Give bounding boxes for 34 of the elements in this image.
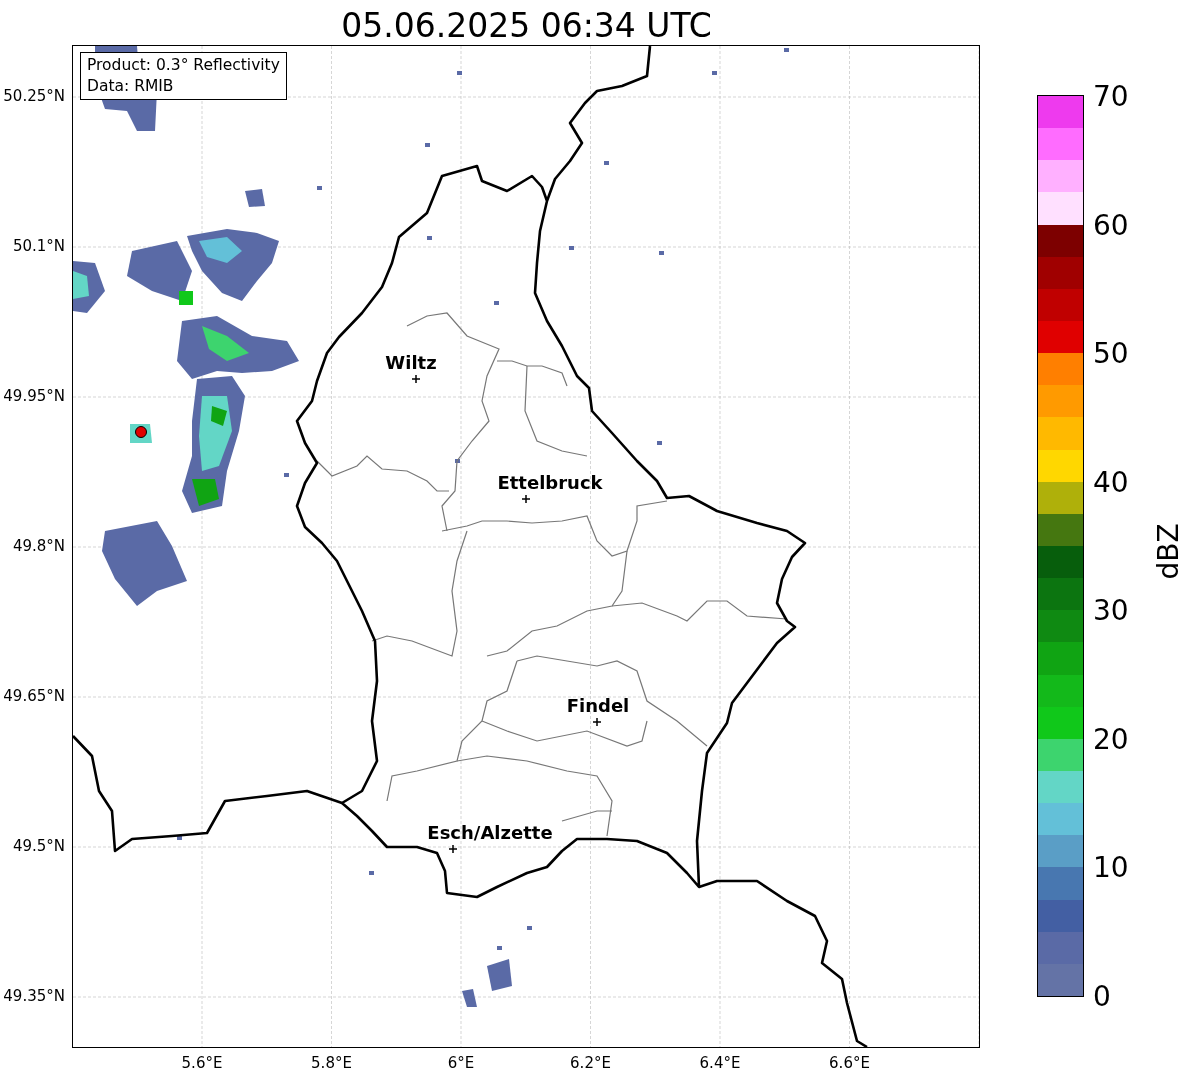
longitude-label: 6.4°E xyxy=(699,1054,741,1072)
latitude-label: 50.1°N xyxy=(12,237,65,255)
chart-title: 05.06.2025 06:34 UTC xyxy=(340,5,713,45)
info-text: Data: RMIB xyxy=(87,76,175,97)
colorbar-tick-label: 10 xyxy=(1093,850,1129,884)
city-marker xyxy=(411,374,421,384)
colorbar-tick-label: 70 xyxy=(1093,79,1129,113)
city-marker xyxy=(521,494,531,504)
colorbar-tick-label: 20 xyxy=(1093,722,1129,756)
longitude-label: 6°E xyxy=(447,1054,475,1072)
latitude-label: 49.8°N xyxy=(12,537,65,555)
city-label: Findel xyxy=(566,695,630,716)
longitude-label: 6.6°E xyxy=(829,1054,870,1072)
colorbar-label: dBZ xyxy=(1151,523,1184,580)
info-text: Product: 0.3° Reflectivity xyxy=(87,55,280,76)
colorbar-tick-label: 30 xyxy=(1093,593,1129,627)
latitude-label: 49.65°N xyxy=(3,687,65,705)
city-label: Esch/Alzette xyxy=(427,822,553,843)
latitude-label: 49.35°N xyxy=(3,987,65,1005)
latitude-label: 49.95°N xyxy=(3,387,65,405)
latitude-label: 50.25°N xyxy=(3,87,65,105)
radar-site-marker xyxy=(135,426,147,438)
city-marker xyxy=(448,844,458,854)
colorbar-tick-label: 50 xyxy=(1093,336,1129,370)
city-label: Ettelbruck xyxy=(497,472,603,493)
city-label: Wiltz xyxy=(385,352,437,373)
colorbar-tick-label: 60 xyxy=(1093,208,1129,242)
longitude-label: 6.2°E xyxy=(570,1054,611,1072)
colorbar-tick-label: 40 xyxy=(1093,465,1129,499)
longitude-label: 5.8°E xyxy=(311,1054,352,1072)
colorbar-tick-label: 0 xyxy=(1093,979,1111,1013)
city-marker xyxy=(592,717,602,727)
longitude-label: 5.6°E xyxy=(181,1054,223,1072)
latitude-label: 49.5°N xyxy=(12,837,65,855)
